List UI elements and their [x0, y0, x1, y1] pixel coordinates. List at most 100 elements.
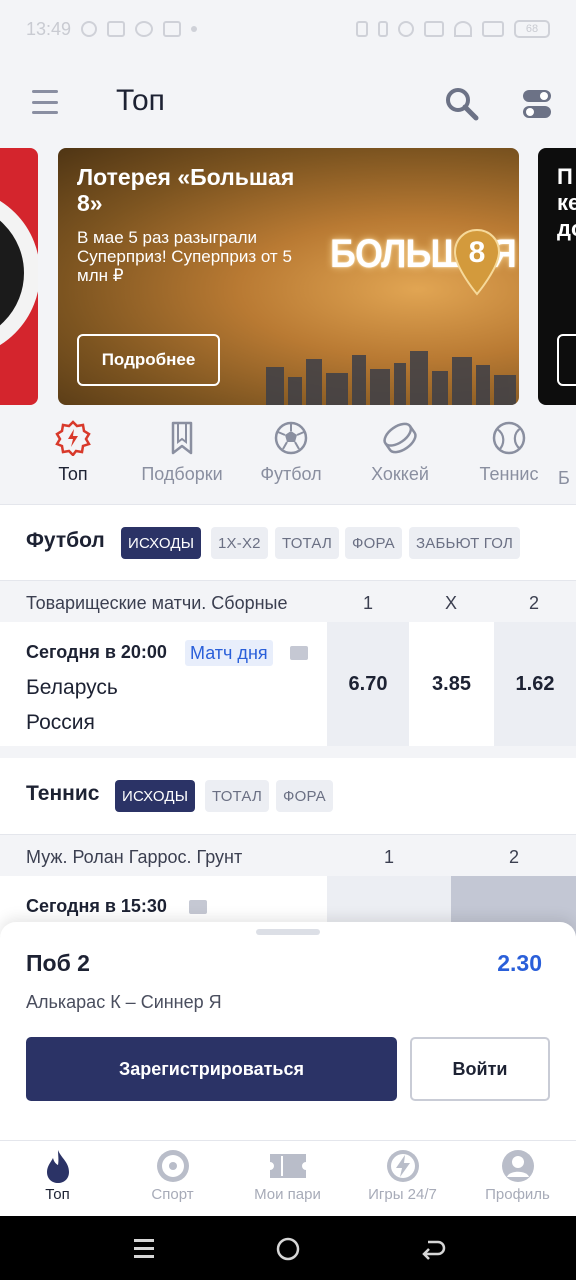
bluetooth-icon	[378, 21, 388, 37]
promo-banner-previous[interactable]	[0, 148, 38, 405]
category-tab-more[interactable]: Б	[558, 416, 576, 504]
app-notification-icon	[135, 21, 154, 37]
category-tab-collections[interactable]: Подборки	[132, 416, 232, 504]
section-title: Теннис	[26, 782, 100, 805]
status-right: 68	[356, 20, 550, 38]
login-button[interactable]: Войти	[410, 1037, 550, 1101]
bet-odd: 2.30	[497, 950, 542, 976]
more-notifications-dot	[191, 26, 198, 32]
next-banner-button[interactable]	[557, 334, 576, 386]
status-time: 13:49	[26, 18, 72, 39]
svg-text:8: 8	[469, 236, 486, 269]
app-header: Топ	[0, 70, 576, 140]
status-bar: 13:49 68	[0, 0, 576, 58]
promo-carousel[interactable]: Лотерея «Большая 8» В мае 5 раз разыграл…	[0, 148, 576, 406]
match-row[interactable]: Сегодня в 20:00 Матч дня Беларусь Россия…	[0, 622, 576, 746]
recent-apps-icon[interactable]	[132, 1236, 156, 1260]
odd-button-1[interactable]: 6.70	[327, 622, 409, 746]
bottom-navigation: Топ Спорт Мои пари Игры 24/7 Профиль	[0, 1140, 576, 1216]
chip-handicap[interactable]: ФОРА	[276, 780, 333, 812]
team-away: Россия	[26, 711, 95, 734]
nav-top[interactable]: Топ	[0, 1141, 115, 1217]
profile-icon	[501, 1150, 534, 1182]
chip-outcomes[interactable]: ИСХОДЫ	[115, 780, 196, 812]
category-tab-hockey[interactable]: Хоккей	[350, 416, 450, 504]
page-title: Топ	[116, 84, 165, 117]
sport-target-icon	[156, 1150, 189, 1182]
system-navigation-bar	[0, 1216, 576, 1280]
category-tab-football[interactable]: Футбол	[241, 416, 341, 504]
nav-games[interactable]: Игры 24/7	[345, 1141, 460, 1217]
gmail-notification-icon	[107, 21, 126, 37]
bet-match: Алькарас К – Синнер Я	[26, 992, 222, 1012]
next-banner-text: П ке до	[557, 164, 576, 241]
nav-label: Спорт	[151, 1186, 194, 1203]
chip-total[interactable]: ТОТАЛ	[275, 527, 339, 559]
football-section-header: Футбол ИСХОДЫ 1Х-Х2 ТОТАЛ ФОРА ЗАБЬЮТ ГО…	[0, 504, 576, 580]
odd-button-2[interactable]: 1.62	[494, 622, 576, 746]
ticket-icon	[269, 1154, 306, 1178]
nav-my-bets[interactable]: Мои пари	[230, 1141, 345, 1217]
promo-banner-lottery[interactable]: Лотерея «Большая 8» В мае 5 раз разыграл…	[58, 148, 519, 405]
match-time: Сегодня в 15:30	[26, 896, 167, 916]
category-tab-tennis[interactable]: Теннис	[459, 416, 559, 504]
match-time: Сегодня в 20:00	[26, 642, 167, 662]
status-left: 13:49	[26, 18, 198, 40]
category-label: Хоккей	[371, 464, 429, 484]
register-button[interactable]: Зарегистрироваться	[26, 1037, 397, 1101]
city-skyline-image	[266, 351, 516, 405]
league-name: Муж. Ролан Гаррос. Грунт	[26, 847, 243, 867]
category-label: Топ	[58, 464, 88, 484]
home-icon[interactable]	[275, 1236, 301, 1262]
column-header-2: 2	[508, 847, 519, 867]
bet-slip-sheet: Поб 2 2.30 Алькарас К – Синнер Я Зарегис…	[0, 922, 576, 1140]
chip-total[interactable]: ТОТАЛ	[205, 780, 269, 812]
search-icon[interactable]	[444, 86, 480, 122]
search-notification-icon	[81, 21, 98, 37]
big8-pin-logo: 8	[453, 228, 501, 296]
nav-label: Топ	[45, 1186, 70, 1203]
banner-title: Лотерея «Большая 8»	[77, 164, 295, 216]
chip-outcomes[interactable]: ИСХОДЫ	[121, 527, 202, 559]
vibrate-icon	[356, 21, 368, 37]
nav-label: Игры 24/7	[368, 1186, 437, 1203]
nav-sport[interactable]: Спорт	[115, 1141, 230, 1217]
banner-more-button[interactable]: Подробнее	[77, 334, 220, 386]
wifi-icon	[454, 21, 472, 37]
nav-label: Мои пари	[254, 1186, 321, 1203]
menu-icon[interactable]	[32, 90, 58, 114]
tennis-ball-icon	[492, 421, 526, 455]
category-tab-top[interactable]: Топ	[23, 416, 123, 504]
bookmark-icon	[171, 421, 193, 455]
network-speed-icon	[424, 21, 444, 37]
category-label: Б	[558, 468, 570, 488]
promo-banner-next[interactable]: П ке до	[538, 148, 576, 405]
nav-profile[interactable]: Профиль	[460, 1141, 575, 1217]
lightning-icon	[386, 1150, 419, 1182]
chip-double-chance[interactable]: 1Х-Х2	[211, 527, 268, 559]
battery-icon: 68	[514, 20, 550, 38]
chip-handicap[interactable]: ФОРА	[345, 527, 402, 559]
signal-icon	[482, 21, 504, 37]
top-badge-icon	[55, 420, 91, 456]
match-of-day-badge: Матч дня	[185, 640, 273, 666]
soccer-ball-icon	[274, 421, 308, 455]
column-header-1: 1	[383, 847, 394, 867]
stats-icon[interactable]	[290, 646, 308, 660]
stats-icon[interactable]	[189, 900, 207, 914]
category-label: Подборки	[141, 464, 223, 484]
back-icon[interactable]	[420, 1236, 446, 1262]
chip-both-score[interactable]: ЗАБЬЮТ ГОЛ	[409, 527, 521, 559]
dnd-moon-icon	[398, 21, 414, 37]
sheet-drag-handle[interactable]	[256, 929, 320, 935]
section-title: Футбол	[26, 529, 105, 552]
settings-toggle-icon[interactable]	[522, 88, 552, 120]
tennis-section-header: Теннис ИСХОДЫ ТОТАЛ ФОРА	[0, 758, 576, 834]
category-tabs: Топ Подборки Футбол Хоккей Теннис Б	[0, 416, 576, 504]
column-header-x: X	[444, 593, 457, 613]
nav-label: Профиль	[485, 1186, 550, 1203]
odd-button-x[interactable]: 3.85	[411, 622, 492, 746]
calendar-notification-icon	[163, 21, 182, 37]
league-row: Муж. Ролан Гаррос. Грунт 1 2	[0, 834, 576, 876]
flame-icon	[46, 1150, 69, 1183]
